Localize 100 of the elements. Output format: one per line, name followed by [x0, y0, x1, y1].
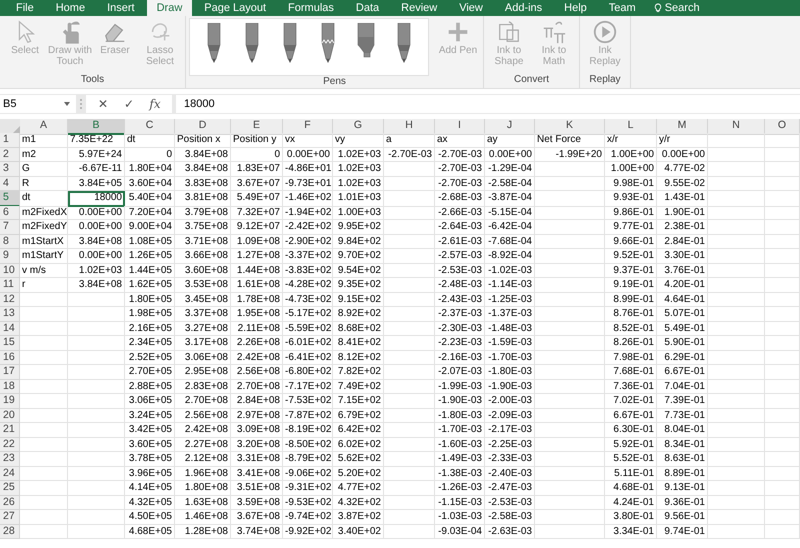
table-cell: -2.17E-03	[485, 423, 535, 438]
empty-cell	[384, 394, 435, 408]
row-header[interactable]: 6	[0, 206, 20, 220]
row-header[interactable]: 28	[0, 524, 20, 539]
table-cell: 3.84E+08	[175, 148, 231, 162]
table-cell: 4.24E-01	[605, 496, 657, 510]
table-cell: -1.26E-03	[435, 481, 485, 496]
empty-cell	[384, 350, 435, 365]
row-header[interactable]: 24	[0, 466, 20, 481]
formula-input[interactable]: 18000	[176, 95, 800, 113]
column-header[interactable]: G	[333, 119, 384, 134]
table-cell: 1.78E+08	[231, 292, 283, 307]
row-header[interactable]: 8	[0, 234, 20, 249]
table-cell: -9.74E+02	[283, 510, 333, 524]
table-cell: 2.70E+08	[231, 380, 283, 394]
column-header[interactable]: H	[384, 119, 435, 134]
empty-cell	[535, 408, 605, 423]
table-cell: -2.07E-03	[435, 365, 485, 380]
row-header[interactable]: 4	[0, 176, 20, 191]
row-header[interactable]: 18	[0, 380, 20, 394]
row-header[interactable]: 27	[0, 510, 20, 524]
table-cell: 9.12E+07	[231, 220, 283, 234]
row-header[interactable]: 11	[0, 278, 20, 292]
table-cell: -5.17E+02	[283, 307, 333, 322]
ribbon-tab[interactable]: Insert	[97, 0, 145, 16]
table-cell: 3.34E-01	[605, 524, 657, 539]
ribbon-tab[interactable]: File	[6, 0, 44, 16]
table-cell: 3.60E+04	[125, 176, 175, 191]
column-header[interactable]: E	[231, 119, 283, 134]
empty-cell	[708, 220, 765, 234]
ribbon-tab[interactable]: View	[449, 0, 493, 16]
empty-cell	[708, 496, 765, 510]
row-header[interactable]: 10	[0, 264, 20, 278]
table-cell: 3.71E+08	[175, 234, 231, 249]
row-header[interactable]: 9	[0, 249, 20, 264]
column-header[interactable]: L	[605, 119, 657, 134]
search-label[interactable]: Search	[664, 2, 700, 14]
row-header[interactable]: 19	[0, 394, 20, 408]
ribbon-tab[interactable]: Home	[46, 0, 96, 16]
row-header[interactable]: 14	[0, 322, 20, 336]
empty-cell	[68, 292, 125, 307]
enter-button[interactable]: ✓	[116, 95, 142, 113]
insert-function-button[interactable]: fx	[142, 95, 168, 113]
empty-cell	[708, 524, 765, 539]
row-header[interactable]: 20	[0, 408, 20, 423]
row-header[interactable]: 23	[0, 452, 20, 466]
column-header[interactable]: K	[535, 119, 605, 134]
empty-cell	[68, 496, 125, 510]
row-header[interactable]: 22	[0, 438, 20, 452]
row-header[interactable]: 2	[0, 148, 20, 162]
table-cell: R	[20, 176, 68, 191]
row-header[interactable]: 5	[0, 191, 20, 206]
row-header[interactable]: 17	[0, 365, 20, 380]
column-header[interactable]: M	[657, 119, 708, 134]
empty-cell	[384, 481, 435, 496]
ribbon-tab[interactable]: Add-ins	[494, 0, 552, 16]
ribbon-tab[interactable]: Help	[554, 0, 597, 16]
table-cell: 2.34E+05	[125, 336, 175, 350]
ribbon-tab[interactable]: Draw	[146, 0, 192, 16]
table-cell: 2.52E+05	[125, 350, 175, 365]
table-cell: 3.30E-01	[657, 249, 708, 264]
column-header[interactable]: J	[485, 119, 535, 134]
row-header[interactable]: 15	[0, 336, 20, 350]
table-cell: 1.98E+05	[125, 307, 175, 322]
empty-cell	[765, 176, 800, 191]
column-header[interactable]: B	[68, 119, 125, 134]
row-header[interactable]: 13	[0, 307, 20, 322]
row-header[interactable]: 3	[0, 162, 20, 176]
table-cell: 9.55E-02	[657, 176, 708, 191]
row-header[interactable]: 7	[0, 220, 20, 234]
row-header[interactable]: 21	[0, 423, 20, 438]
column-header[interactable]: I	[435, 119, 485, 134]
ribbon-tab[interactable]: Review	[391, 0, 448, 16]
table-cell: 8.63E-01	[657, 452, 708, 466]
column-header[interactable]: D	[175, 119, 231, 134]
column-header[interactable]: O	[765, 119, 800, 134]
row-header[interactable]: 26	[0, 496, 20, 510]
column-header[interactable]: N	[708, 119, 765, 134]
column-header[interactable]: C	[125, 119, 175, 134]
table-cell: -1.70E-03	[435, 423, 485, 438]
table-cell: 7.36E-01	[605, 380, 657, 394]
row-header[interactable]: 16	[0, 350, 20, 365]
table-cell: -2.53E-03	[485, 496, 535, 510]
ribbon-tab[interactable]: Formulas	[278, 0, 344, 16]
table-cell: 4.50E+05	[125, 510, 175, 524]
row-header[interactable]: 12	[0, 292, 20, 307]
column-header[interactable]: F	[283, 119, 333, 134]
name-box[interactable]: B5	[0, 95, 76, 113]
column-header[interactable]: A	[20, 119, 68, 134]
cancel-button[interactable]: ✕	[90, 95, 116, 113]
empty-cell	[535, 249, 605, 264]
ribbon-tab[interactable]: Data	[346, 0, 390, 16]
table-cell: 8.26E-01	[605, 336, 657, 350]
table-cell: -2.58E-03	[485, 510, 535, 524]
ribbon-tab[interactable]: Page Layout	[194, 0, 276, 16]
row-header[interactable]: 25	[0, 481, 20, 496]
ribbon-tab[interactable]: Team	[598, 0, 646, 16]
row-header[interactable]: 1	[0, 133, 20, 148]
empty-cell	[708, 452, 765, 466]
table-cell: 5.07E-01	[657, 307, 708, 322]
